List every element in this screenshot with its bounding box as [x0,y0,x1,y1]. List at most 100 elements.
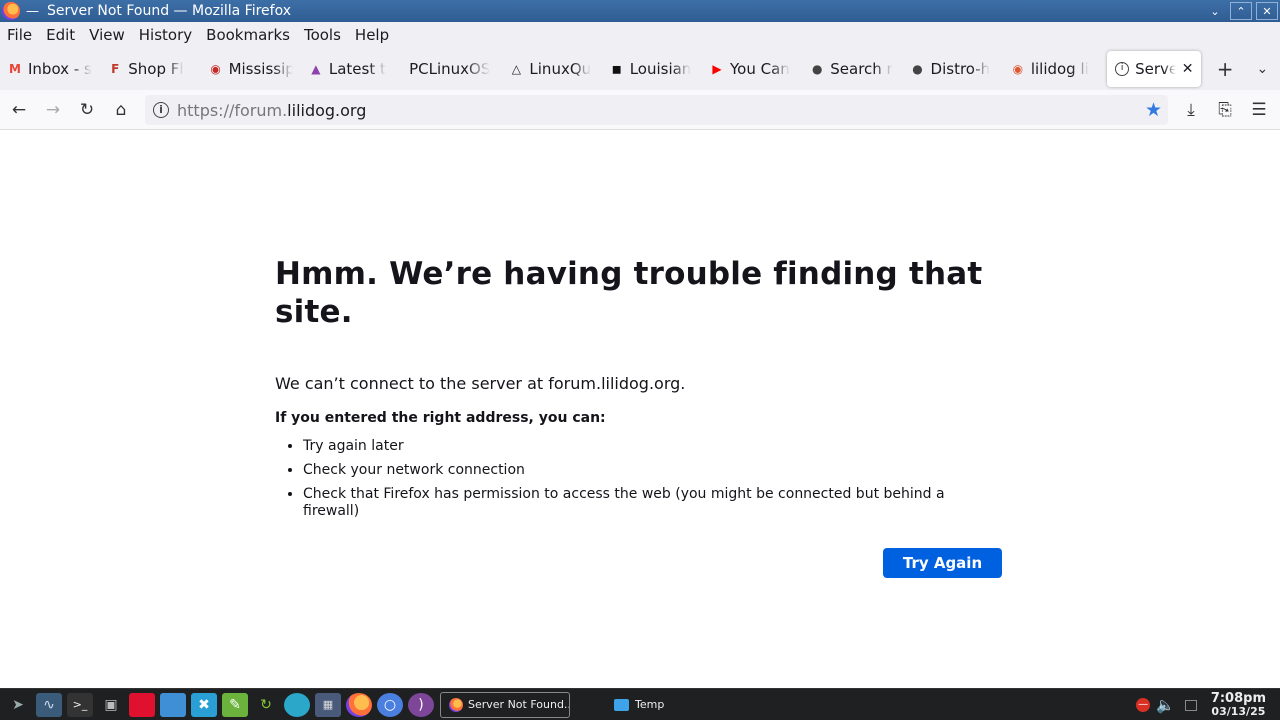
tor-icon[interactable]: ) [408,692,434,717]
firefox-icon[interactable] [346,692,372,717]
tab-distro[interactable]: ● Distro-h [903,51,1003,87]
forward-arrow-icon[interactable]: → [38,95,68,125]
extensions-icon[interactable]: ⎘ [1210,95,1240,125]
flame-icon: ● [912,62,923,76]
tab-label: Latest t [328,60,386,78]
list-item: Check that Firefox has permission to acc… [303,486,1005,520]
menu-file[interactable]: File [7,26,32,44]
minimize-icon[interactable]: ⌄ [1204,2,1226,20]
stop-icon[interactable]: — [1136,698,1151,712]
clock-time: 7:08pm [1210,691,1266,706]
remote-desktop-icon[interactable]: ✖ [191,692,217,717]
menu-tools[interactable]: Tools [304,26,341,44]
tab-label: You Can [729,60,790,78]
menu-help[interactable]: Help [355,26,389,44]
clock[interactable]: 7:08pm 03/13/25 [1211,692,1266,718]
tab-linuxquestions[interactable]: △ LinuxQu [501,51,601,87]
taskbar-window-firefox[interactable]: Server Not Found... [440,691,570,718]
mississippi-icon: ◉ [210,62,221,76]
url-host: lilidog.org [287,100,367,120]
list-item: Check your network connection [303,462,1005,479]
shop-icon: F [111,62,120,76]
error-page: Hmm. We’re having trouble finding that s… [275,255,1005,527]
menu-bookmarks[interactable]: Bookmarks [206,26,290,44]
tab-label: lilidog li [1030,60,1089,78]
tab-list-chevron-icon[interactable]: ⌄ [1245,61,1280,77]
window-titlebar: — Server Not Found — Mozilla Firefox ⌄ ⌃… [0,0,1280,22]
tab-label: Shop Fl [128,60,184,78]
tab-label: Inbox - s [28,60,92,78]
taskbar-window-temp[interactable]: Temp [614,698,664,711]
screen-icon[interactable] [1184,699,1197,711]
menu-history[interactable]: History [139,26,192,44]
louisiana-icon: ◼ [611,62,622,76]
menu-bar: File Edit View History Bookmarks Tools H… [0,22,1280,48]
tab-label: Search r [830,60,893,78]
clock-date: 03/13/25 [1211,705,1266,718]
tab-bar: M Inbox - s F Shop Fl ◉ Mississip ▲ Late… [0,48,1280,90]
calculator-icon[interactable]: ▦ [315,692,341,717]
back-arrow-icon[interactable]: ← [4,95,34,125]
volume-icon[interactable]: 🔈 [1156,696,1175,714]
flame-icon: ● [812,62,823,76]
close-window-icon[interactable]: ✕ [1256,2,1278,20]
suggestions-list: Try again later Check your network conne… [275,438,1005,520]
folder-icon [614,698,629,711]
tab-pclinuxos[interactable]: PCLinuxOS [401,51,501,87]
tab-inbox[interactable]: M Inbox - s [0,51,100,87]
maximize-icon[interactable]: ⌃ [1230,2,1252,20]
tab-server-not-found[interactable]: i Server ✕ [1107,51,1202,87]
url-bar[interactable]: i https://forum. lilidog.org ★ [145,95,1168,125]
triangle-icon: ▲ [311,62,321,76]
tab-latest[interactable]: ▲ Latest t [301,51,401,87]
system-monitor-icon[interactable]: ∿ [36,692,62,717]
tab-label: LinuxQu [529,60,592,78]
bookmark-star-icon[interactable]: ★ [1145,99,1162,121]
reload-icon[interactable]: ↻ [72,95,102,125]
firefox-icon [449,697,463,712]
suggestions-heading: If you entered the right address, you ca… [275,410,606,426]
navigation-toolbar: ← → ↻ ⌂ i https://forum. lilidog.org ★ ⤓ … [0,90,1280,130]
tab-label: Distro-h [930,60,991,78]
terminal-icon[interactable]: >_ [67,692,93,717]
home-icon[interactable]: ⌂ [106,95,136,125]
file-manager-icon[interactable] [160,692,186,717]
menu-edit[interactable]: Edit [46,26,75,44]
hamburger-menu-icon[interactable]: ☰ [1244,95,1274,125]
menu-view[interactable]: View [89,26,125,44]
tab-search[interactable]: ● Search r [802,51,902,87]
site-info-icon[interactable]: i [153,102,169,118]
error-heading: Hmm. We’re having trouble finding that s… [275,256,983,330]
new-tab-icon[interactable]: + [1207,57,1242,81]
globe-icon[interactable] [284,692,310,717]
editor-icon[interactable]: ✎ [222,692,248,717]
start-menu-icon[interactable]: ➤ [5,693,31,717]
sync-icon[interactable]: ↻ [253,693,279,717]
youtube-icon: ▶ [712,62,722,76]
url-prefix: https://forum. [177,100,288,120]
tab-shop[interactable]: F Shop Fl [100,51,200,87]
error-description: We can’t connect to the server at forum.… [275,374,686,393]
info-icon: i [1115,62,1130,76]
tab-louisiana[interactable]: ◼ Louisian [602,51,702,87]
system-tray: — 🔈 7:08pm 03/13/25 [1136,689,1280,721]
gmail-icon: M [9,62,21,76]
firefox-logo-icon [2,2,20,20]
window-menu-icon[interactable]: — [26,4,39,19]
tab-label: Server [1135,60,1176,78]
package-icon[interactable]: ▣ [98,693,124,717]
taskbar-window-label: Server Not Found... [468,698,570,711]
chromium-icon[interactable]: ○ [377,692,403,717]
taskbar-folder-label: Temp [635,698,665,711]
tab-label: PCLinuxOS [409,60,491,78]
tab-youtube[interactable]: ▶ You Can [702,51,802,87]
tab-lilidog[interactable]: ◉ lilidog li [1003,51,1103,87]
downloads-icon[interactable]: ⤓ [1176,95,1206,125]
tux-icon: △ [511,62,522,76]
try-again-button[interactable]: Try Again [883,548,1002,578]
tab-mississippi[interactable]: ◉ Mississip [201,51,301,87]
tab-label: Louisian [629,60,692,78]
tab-label: Mississip [228,60,293,78]
red-app-icon[interactable] [129,692,155,717]
close-tab-icon[interactable]: ✕ [1182,61,1194,77]
